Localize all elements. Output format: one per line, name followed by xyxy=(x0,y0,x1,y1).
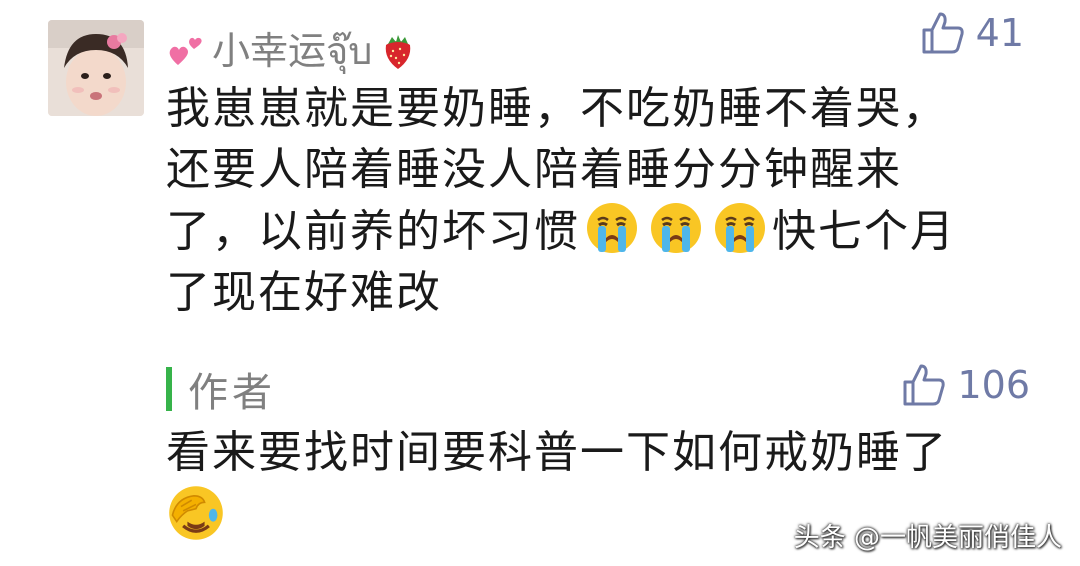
reply-author: 作者 xyxy=(188,370,276,416)
comment-line: 了，以前养的坏习惯 xyxy=(166,206,580,257)
comment-line: 快七个月 xyxy=(772,206,956,257)
comment-line: 了现在好难改 xyxy=(166,267,442,318)
reply-like-count: 106 xyxy=(957,363,1030,407)
comment-text: 我崽崽就是要奶睡，不吃奶睡不着哭， 还要人陪着睡没人陪着睡分分钟醒来 了，以前养… xyxy=(166,78,1026,323)
crying-face-icon xyxy=(715,203,765,253)
reply-line: 看来要找时间要科普一下如何戒奶睡了 xyxy=(166,427,948,478)
strawberry-icon xyxy=(386,34,411,69)
avatar[interactable] xyxy=(48,20,144,116)
comment-like-button[interactable]: 41 xyxy=(920,10,1024,56)
username[interactable]: 小幸运จุ๊บ xyxy=(166,20,418,81)
comment-line-with-emoji: 了，以前养的坏习惯 快七个月 xyxy=(166,200,1026,262)
avatar-image xyxy=(48,20,144,116)
comment-line: 还要人陪着睡没人陪着睡分分钟醒来 xyxy=(166,144,902,195)
two-hearts-icon xyxy=(169,37,202,65)
crying-face-icon xyxy=(651,203,701,253)
thumbs-up-icon xyxy=(922,12,964,54)
comment-like-count: 41 xyxy=(975,11,1024,55)
comment-line: 我崽崽就是要奶睡，不吃奶睡不着哭， xyxy=(166,83,948,134)
reply-like-button[interactable]: 106 xyxy=(901,362,1030,408)
crying-face-icon xyxy=(587,203,637,253)
reply-indicator-bar xyxy=(166,367,172,411)
comment-header: 小幸运จุ๊บ xyxy=(166,14,1046,73)
thumbs-up-icon xyxy=(903,364,946,406)
face-palm-laughing-icon xyxy=(169,486,223,540)
username-text: 小幸运จุ๊บ xyxy=(212,29,373,73)
watermark: 头条 @一帆美丽俏佳人 xyxy=(793,523,1062,553)
